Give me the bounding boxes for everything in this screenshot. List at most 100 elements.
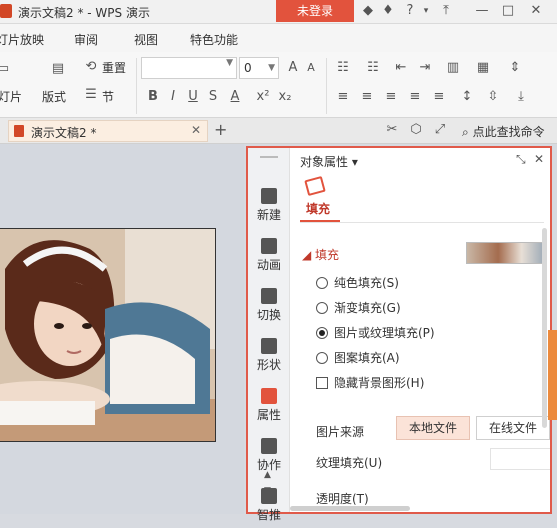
maximize-icon[interactable]: □ bbox=[500, 3, 516, 19]
sidebar-item-recommend[interactable]: 智推 bbox=[248, 482, 290, 528]
layout-icon[interactable]: ▤ bbox=[46, 60, 70, 78]
close-tab-icon[interactable]: ✕ bbox=[191, 123, 201, 137]
superscript-icon[interactable]: x² bbox=[254, 88, 272, 106]
decrease-indent-icon[interactable]: ⇤ bbox=[392, 59, 410, 77]
document-tab[interactable]: 演示文稿2 * ✕ bbox=[8, 120, 208, 142]
help-dropdown-icon[interactable]: ▾ bbox=[418, 3, 434, 19]
chevron-down-icon: ▼ bbox=[268, 63, 275, 73]
tab-fill[interactable]: 填充 bbox=[306, 200, 330, 217]
vertical-align-icon[interactable]: ⤓ bbox=[512, 88, 530, 106]
sidebar-item-shape[interactable]: 形状 bbox=[248, 332, 290, 378]
underline-icon[interactable]: U bbox=[184, 88, 202, 106]
hide-background-option[interactable]: 隐藏背景图形(H) bbox=[316, 374, 424, 391]
sidebar-item-label: 动画 bbox=[256, 258, 281, 272]
solid-fill-option[interactable]: 纯色填充(S) bbox=[316, 274, 399, 291]
layout-button[interactable]: 版式 bbox=[42, 88, 66, 105]
sidebar-item-property[interactable]: 属性 bbox=[248, 382, 290, 428]
fill-bucket-icon[interactable] bbox=[304, 175, 326, 197]
reset-button[interactable]: 重置 bbox=[102, 59, 126, 76]
font-family-select[interactable]: ▼ bbox=[141, 57, 237, 79]
option-label: 图片或纹理填充(P) bbox=[334, 326, 435, 340]
pattern-fill-option[interactable]: 图案填充(A) bbox=[316, 349, 400, 366]
shadow-icon[interactable]: S bbox=[204, 88, 222, 106]
bold-icon[interactable]: B bbox=[144, 88, 162, 106]
collab-icon bbox=[261, 438, 277, 454]
object-properties-pane: 对象属性 ▾ ⤡ ✕ 填充 ◢ 填充 纯色填充(S) 渐变填充(G) 图片或纹理… bbox=[290, 148, 550, 512]
text-box-icon[interactable]: ▦ bbox=[474, 59, 492, 77]
section-button[interactable]: 节 bbox=[102, 88, 114, 105]
checkbox-hide-background[interactable] bbox=[316, 377, 328, 389]
radio-pattern-fill[interactable] bbox=[316, 352, 328, 364]
new-tab-button[interactable]: + bbox=[214, 120, 227, 139]
italic-icon[interactable]: I bbox=[164, 88, 182, 106]
fill-section-label: 填充 bbox=[315, 248, 340, 262]
drag-handle[interactable] bbox=[260, 156, 278, 158]
skin-icon[interactable]: ◆ bbox=[360, 3, 376, 19]
restore-window-icon[interactable]: ⤒ bbox=[438, 3, 454, 19]
sidebar-item-label: 切换 bbox=[256, 308, 281, 322]
justify-icon[interactable]: ≡ bbox=[406, 88, 424, 106]
radio-gradient-fill[interactable] bbox=[316, 302, 328, 314]
help-icon[interactable]: ? bbox=[402, 3, 418, 19]
new-slide-icon[interactable]: ▭ bbox=[0, 60, 12, 78]
new-slide-button[interactable]: 灯片 bbox=[0, 88, 22, 105]
pane-scrollbar[interactable] bbox=[542, 228, 547, 428]
line-spacing-icon[interactable]: ↕ bbox=[458, 88, 476, 106]
distribute-icon[interactable]: ≡ bbox=[430, 88, 448, 106]
sidebar-item-label: 智推 bbox=[256, 508, 281, 522]
option-label: 隐藏背景图形(H) bbox=[334, 376, 425, 390]
tab-slideshow[interactable]: 灯片放映 bbox=[0, 31, 44, 48]
expand-icon[interactable]: ⤢ bbox=[432, 122, 448, 138]
side-tab-handle[interactable] bbox=[548, 330, 557, 420]
option-label: 纯色填充(S) bbox=[334, 276, 399, 290]
sidebar-item-new[interactable]: 新建 bbox=[248, 182, 290, 228]
font-color-icon[interactable]: A bbox=[226, 88, 244, 106]
close-pane-icon[interactable]: ✕ bbox=[534, 152, 544, 166]
radio-solid-fill[interactable] bbox=[316, 277, 328, 289]
gradient-fill-option[interactable]: 渐变填充(G) bbox=[316, 299, 401, 316]
increase-indent-icon[interactable]: ⇥ bbox=[416, 59, 434, 77]
decrease-font-icon[interactable]: A bbox=[302, 59, 320, 77]
reset-icon[interactable]: ⟲ bbox=[82, 58, 100, 76]
recommend-icon bbox=[261, 488, 277, 504]
texture-select[interactable] bbox=[490, 448, 550, 470]
title-bar: 演示文稿2 * - WPS 演示 未登录 ◆ ♦ ? ▾ ⤒ — □ ✕ bbox=[0, 0, 557, 24]
command-search[interactable]: ⌕ 点此查找命令 bbox=[462, 123, 545, 140]
sidebar-item-animation[interactable]: 动画 bbox=[248, 232, 290, 278]
sidebar-item-transition[interactable]: 切换 bbox=[248, 282, 290, 328]
increase-font-icon[interactable]: A bbox=[284, 59, 302, 77]
bullet-list-icon[interactable]: ☷ bbox=[334, 59, 352, 77]
login-button[interactable]: 未登录 bbox=[276, 0, 354, 22]
pane-title[interactable]: 对象属性 ▾ bbox=[300, 153, 358, 170]
slide-editing-area[interactable] bbox=[0, 144, 244, 514]
numbered-list-icon[interactable]: ☷ bbox=[364, 59, 382, 77]
align-left-icon[interactable]: ≡ bbox=[334, 88, 352, 106]
share-icon[interactable]: ⬡ bbox=[408, 122, 424, 138]
shirt-icon[interactable]: ♦ bbox=[380, 3, 396, 19]
align-center-icon[interactable]: ≡ bbox=[358, 88, 376, 106]
scroll-up-icon[interactable]: ▲ bbox=[264, 470, 271, 480]
tab-view[interactable]: 视图 bbox=[134, 31, 158, 48]
close-window-icon[interactable]: ✕ bbox=[528, 3, 544, 19]
tab-special-features[interactable]: 特色功能 bbox=[190, 31, 238, 48]
columns-icon[interactable]: ▥ bbox=[444, 59, 462, 77]
section-icon[interactable]: ☰ bbox=[82, 86, 100, 104]
picture-fill-option[interactable]: 图片或纹理填充(P) bbox=[316, 324, 435, 341]
sidebar-item-label: 属性 bbox=[256, 408, 281, 422]
align-right-icon[interactable]: ≡ bbox=[382, 88, 400, 106]
local-file-button[interactable]: 本地文件 bbox=[396, 416, 470, 440]
slide-thumbnail-photo[interactable] bbox=[0, 228, 216, 442]
online-file-button[interactable]: 在线文件 bbox=[476, 416, 550, 440]
subscript-icon[interactable]: x₂ bbox=[276, 88, 294, 106]
tab-review[interactable]: 审阅 bbox=[74, 31, 98, 48]
radio-picture-fill[interactable] bbox=[316, 327, 328, 339]
paragraph-spacing-icon[interactable]: ⇳ bbox=[484, 88, 502, 106]
minimize-icon[interactable]: — bbox=[474, 3, 490, 19]
tab-divider bbox=[300, 222, 544, 223]
fill-section-header[interactable]: ◢ 填充 bbox=[302, 246, 339, 263]
pane-horizontal-scrollbar[interactable] bbox=[290, 506, 410, 511]
font-size-select[interactable]: 0 ▼ bbox=[239, 57, 279, 79]
text-direction-icon[interactable]: ⇕ bbox=[506, 59, 524, 77]
pin-icon[interactable]: ⤡ bbox=[516, 152, 526, 167]
tool-icon[interactable]: ✂ bbox=[384, 122, 400, 138]
